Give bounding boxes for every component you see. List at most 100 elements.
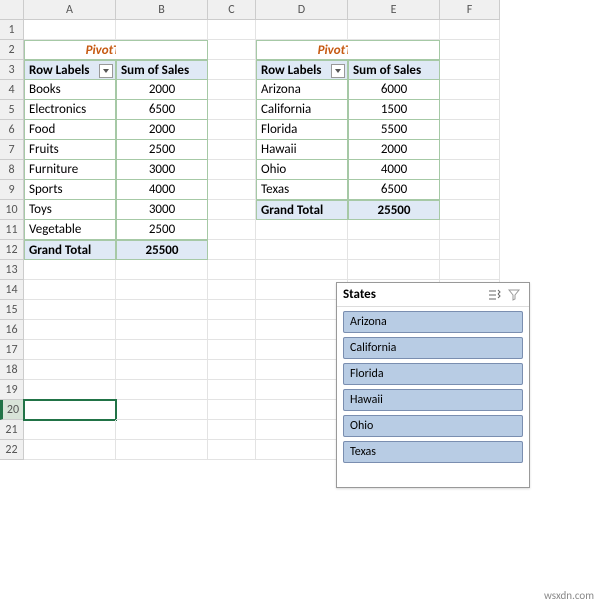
cell-D20[interactable] bbox=[256, 400, 348, 420]
cell-A12[interactable]: Grand Total bbox=[24, 240, 116, 260]
cell-D19[interactable] bbox=[256, 380, 348, 400]
row-header-14[interactable]: 14 bbox=[0, 280, 24, 300]
clear-filter-icon[interactable] bbox=[505, 286, 523, 304]
multi-select-icon[interactable] bbox=[485, 286, 503, 304]
cell-D18[interactable] bbox=[256, 360, 348, 380]
row-header-4[interactable]: 4 bbox=[0, 80, 24, 100]
column-header-C[interactable]: C bbox=[208, 0, 256, 20]
cell-A15[interactable] bbox=[24, 300, 116, 320]
cell-B10[interactable]: 3000 bbox=[116, 200, 208, 220]
cell-D15[interactable] bbox=[256, 300, 348, 320]
cell-F10[interactable] bbox=[440, 200, 500, 220]
cell-F13[interactable] bbox=[440, 260, 500, 280]
cell-D8[interactable]: Ohio bbox=[256, 160, 348, 180]
slicer-item[interactable]: Hawaii bbox=[343, 389, 523, 411]
cell-D22[interactable] bbox=[256, 440, 348, 460]
cell-E12[interactable] bbox=[348, 240, 440, 260]
cell-C22[interactable] bbox=[208, 440, 256, 460]
cell-F12[interactable] bbox=[440, 240, 500, 260]
cell-D1[interactable] bbox=[256, 20, 348, 40]
cell-B2[interactable] bbox=[116, 40, 208, 60]
cell-C11[interactable] bbox=[208, 220, 256, 240]
row-header-22[interactable]: 22 bbox=[0, 440, 24, 460]
cell-A3[interactable]: Row Labels bbox=[24, 60, 116, 80]
cell-C10[interactable] bbox=[208, 200, 256, 220]
slicer-states[interactable]: States ArizonaCaliforniaFloridaHawaiiOhi… bbox=[336, 282, 530, 488]
cell-A1[interactable] bbox=[24, 20, 116, 40]
cell-D3[interactable]: Row Labels bbox=[256, 60, 348, 80]
cell-A10[interactable]: Toys bbox=[24, 200, 116, 220]
cell-A16[interactable] bbox=[24, 320, 116, 340]
cell-B22[interactable] bbox=[116, 440, 208, 460]
cell-A6[interactable]: Food bbox=[24, 120, 116, 140]
slicer-item[interactable]: California bbox=[343, 337, 523, 359]
cell-C1[interactable] bbox=[208, 20, 256, 40]
row-header-20[interactable]: 20 bbox=[0, 400, 24, 420]
cell-B14[interactable] bbox=[116, 280, 208, 300]
cell-A17[interactable] bbox=[24, 340, 116, 360]
filter-dropdown-icon[interactable] bbox=[331, 64, 345, 78]
cell-F11[interactable] bbox=[440, 220, 500, 240]
cell-A2[interactable]: PivotTable5 bbox=[24, 40, 116, 60]
cell-F9[interactable] bbox=[440, 180, 500, 200]
row-header-10[interactable]: 10 bbox=[0, 200, 24, 220]
row-header-18[interactable]: 18 bbox=[0, 360, 24, 380]
cell-E10[interactable]: 25500 bbox=[348, 200, 440, 220]
row-header-13[interactable]: 13 bbox=[0, 260, 24, 280]
column-header-F[interactable]: F bbox=[440, 0, 500, 20]
cell-A21[interactable] bbox=[24, 420, 116, 440]
row-header-16[interactable]: 16 bbox=[0, 320, 24, 340]
cell-C5[interactable] bbox=[208, 100, 256, 120]
row-header-6[interactable]: 6 bbox=[0, 120, 24, 140]
cell-F5[interactable] bbox=[440, 100, 500, 120]
cell-E11[interactable] bbox=[348, 220, 440, 240]
cell-F4[interactable] bbox=[440, 80, 500, 100]
cell-C7[interactable] bbox=[208, 140, 256, 160]
cell-D12[interactable] bbox=[256, 240, 348, 260]
cell-A4[interactable]: Books bbox=[24, 80, 116, 100]
cell-E5[interactable]: 1500 bbox=[348, 100, 440, 120]
cell-C15[interactable] bbox=[208, 300, 256, 320]
cell-E13[interactable] bbox=[348, 260, 440, 280]
cell-B18[interactable] bbox=[116, 360, 208, 380]
row-header-15[interactable]: 15 bbox=[0, 300, 24, 320]
row-header-1[interactable]: 1 bbox=[0, 20, 24, 40]
cell-D21[interactable] bbox=[256, 420, 348, 440]
cell-C20[interactable] bbox=[208, 400, 256, 420]
cell-D6[interactable]: Florida bbox=[256, 120, 348, 140]
cell-B20[interactable] bbox=[116, 400, 208, 420]
cell-A22[interactable] bbox=[24, 440, 116, 460]
cell-B13[interactable] bbox=[116, 260, 208, 280]
row-header-7[interactable]: 7 bbox=[0, 140, 24, 160]
slicer-item[interactable]: Florida bbox=[343, 363, 523, 385]
cell-C16[interactable] bbox=[208, 320, 256, 340]
cell-E8[interactable]: 4000 bbox=[348, 160, 440, 180]
cell-B19[interactable] bbox=[116, 380, 208, 400]
row-header-19[interactable]: 19 bbox=[0, 380, 24, 400]
cell-E2[interactable] bbox=[348, 40, 440, 60]
slicer-item[interactable]: Arizona bbox=[343, 311, 523, 333]
cell-C2[interactable] bbox=[208, 40, 256, 60]
row-header-2[interactable]: 2 bbox=[0, 40, 24, 60]
cell-A19[interactable] bbox=[24, 380, 116, 400]
cell-B21[interactable] bbox=[116, 420, 208, 440]
cell-B12[interactable]: 25500 bbox=[116, 240, 208, 260]
cell-C13[interactable] bbox=[208, 260, 256, 280]
cell-A9[interactable]: Sports bbox=[24, 180, 116, 200]
cell-C6[interactable] bbox=[208, 120, 256, 140]
cell-D16[interactable] bbox=[256, 320, 348, 340]
cell-C3[interactable] bbox=[208, 60, 256, 80]
cell-A13[interactable] bbox=[24, 260, 116, 280]
cell-E3[interactable]: Sum of Sales bbox=[348, 60, 440, 80]
select-all-corner[interactable] bbox=[0, 0, 24, 20]
cell-A7[interactable]: Fruits bbox=[24, 140, 116, 160]
row-header-8[interactable]: 8 bbox=[0, 160, 24, 180]
cell-F6[interactable] bbox=[440, 120, 500, 140]
cell-D13[interactable] bbox=[256, 260, 348, 280]
cell-D2[interactable]: PivotTable6 bbox=[256, 40, 348, 60]
row-header-12[interactable]: 12 bbox=[0, 240, 24, 260]
cell-D14[interactable] bbox=[256, 280, 348, 300]
row-header-3[interactable]: 3 bbox=[0, 60, 24, 80]
cell-E1[interactable] bbox=[348, 20, 440, 40]
cell-C21[interactable] bbox=[208, 420, 256, 440]
